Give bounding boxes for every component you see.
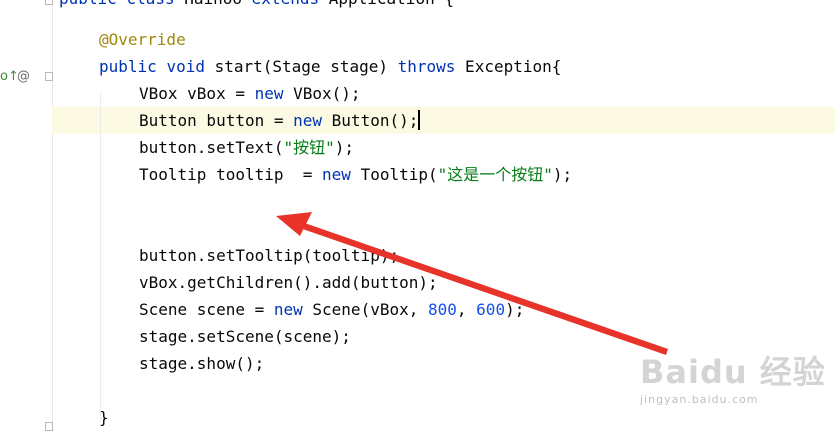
line-blank-2[interactable] [59, 215, 835, 242]
code-token: throws [397, 57, 456, 76]
line-tooltip[interactable]: Tooltip tooltip = new Tooltip("这是一个按钮"); [59, 161, 835, 188]
code-token: start(Stage stage) [204, 57, 398, 76]
fold-marker-icon[interactable] [45, 72, 53, 81]
code-text: Tooltip tooltip = new Tooltip("这是一个按钮"); [139, 165, 572, 184]
line-settooltip[interactable]: button.setTooltip(tooltip); [59, 242, 835, 269]
line-vbox[interactable]: VBox vBox = new VBox(); [59, 80, 835, 107]
code-token: new [322, 165, 351, 184]
code-text: vBox.getChildren().add(button); [139, 273, 438, 292]
annotation-gutter-icon[interactable]: @ [17, 63, 30, 90]
code-token: button.setTooltip(tooltip); [139, 246, 400, 265]
line-button[interactable]: Button button = new Button(); [52, 107, 835, 134]
code-text: public void start(Stage stage) throws Ex… [99, 57, 561, 76]
code-token: Scene(vBox, [302, 300, 428, 319]
code-token: Button(); [322, 111, 419, 130]
code-token: "这是一个按钮" [437, 165, 553, 184]
code-token: Hainoo [175, 0, 252, 8]
code-token: "按钮" [283, 138, 335, 157]
code-text: button.setTooltip(tooltip); [139, 246, 399, 265]
watermark-subtitle: jingyan.baidu.com [640, 393, 759, 406]
code-text: @Override [99, 30, 186, 49]
fold-marker-icon[interactable] [45, 0, 53, 5]
text-caret [418, 110, 421, 130]
code-text: Scene scene = new Scene(vBox, 800, 600); [139, 300, 524, 319]
baidu-watermark: Baidu 经验 jingyan.baidu.com [636, 335, 826, 415]
code-token: void [166, 57, 205, 76]
code-token: ); [334, 138, 355, 157]
code-token: new [254, 84, 284, 103]
code-token: Tooltip( [350, 165, 438, 184]
code-text: Button button = new Button(); [139, 110, 421, 130]
code-text: stage.setScene(scene); [139, 327, 351, 346]
line-class-decl[interactable]: public class Hainoo extends Application … [59, 0, 835, 12]
code-token: stage.setScene(scene); [139, 327, 351, 346]
code-token: VBox(); [283, 84, 361, 103]
code-token: 600 [476, 300, 506, 319]
code-token: extends [252, 0, 319, 8]
line-blank-1[interactable] [59, 188, 835, 215]
code-token: VBox vBox = [139, 84, 255, 103]
code-token: 800 [428, 300, 457, 319]
line-getchildren[interactable]: vBox.getChildren().add(button); [59, 269, 835, 296]
code-token: class [126, 0, 174, 8]
code-text: button.setText("按钮"); [139, 138, 354, 157]
code-token: ); [552, 165, 573, 184]
code-token: Application { [319, 0, 454, 8]
code-text: stage.show(); [139, 354, 264, 373]
editor-gutter: o↑ @ [0, 0, 53, 431]
code-token: Scene scene = [139, 300, 274, 319]
code-token: @Override [99, 30, 186, 49]
code-token: new [273, 300, 303, 319]
code-token: public [99, 57, 157, 76]
line-settext[interactable]: button.setText("按钮"); [59, 134, 835, 161]
code-token: , [456, 300, 477, 319]
code-text: public class Hainoo extends Application … [59, 0, 454, 8]
code-token: Exception{ [455, 57, 562, 76]
code-token: vBox.getChildren().add(button); [139, 273, 438, 292]
code-token: ); [505, 300, 525, 319]
watermark-logo: Baidu 经验 [640, 353, 826, 391]
code-text: VBox vBox = new VBox(); [139, 84, 361, 103]
line-scene[interactable]: Scene scene = new Scene(vBox, 800, 600); [59, 296, 835, 323]
code-token: Button button = [139, 111, 294, 130]
code-token: Tooltip tooltip = [139, 165, 323, 184]
indent-guide [100, 92, 101, 422]
code-token: public [59, 0, 117, 8]
code-token: button.setText( [139, 138, 284, 157]
code-token: new [293, 111, 323, 130]
fold-marker-icon[interactable] [45, 422, 53, 431]
code-token: stage.show(); [139, 354, 265, 373]
line-override[interactable]: @Override [59, 26, 835, 53]
line-start-method[interactable]: public void start(Stage stage) throws Ex… [59, 53, 835, 80]
